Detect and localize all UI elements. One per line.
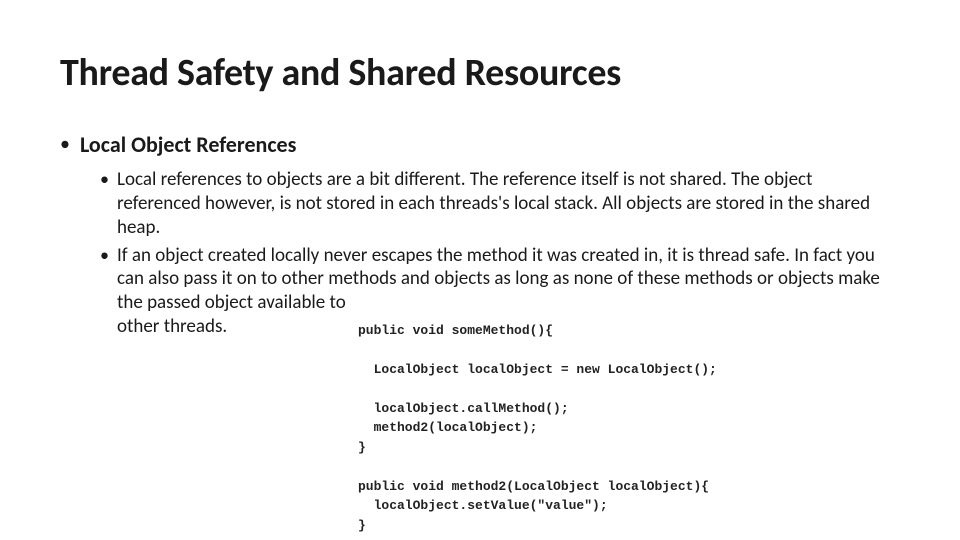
- code-snippet: public void someMethod(){ LocalObject lo…: [358, 321, 900, 536]
- list-item: • Local references to objects are a bit …: [100, 168, 900, 239]
- bullet-text: If an object created locally never escap…: [117, 244, 880, 315]
- section-heading: Local Object References: [80, 132, 296, 158]
- bullet-dot: •: [100, 168, 109, 239]
- bullet-text: Local references to objects are a bit di…: [117, 168, 900, 239]
- bullet-text-tail: other threads.: [117, 315, 227, 339]
- bullet-dot: •: [60, 132, 70, 158]
- page-title: Thread Safety and Shared Resources: [60, 50, 900, 96]
- bullet-dot: •: [100, 244, 109, 339]
- section-heading-row: • Local Object References: [60, 132, 900, 158]
